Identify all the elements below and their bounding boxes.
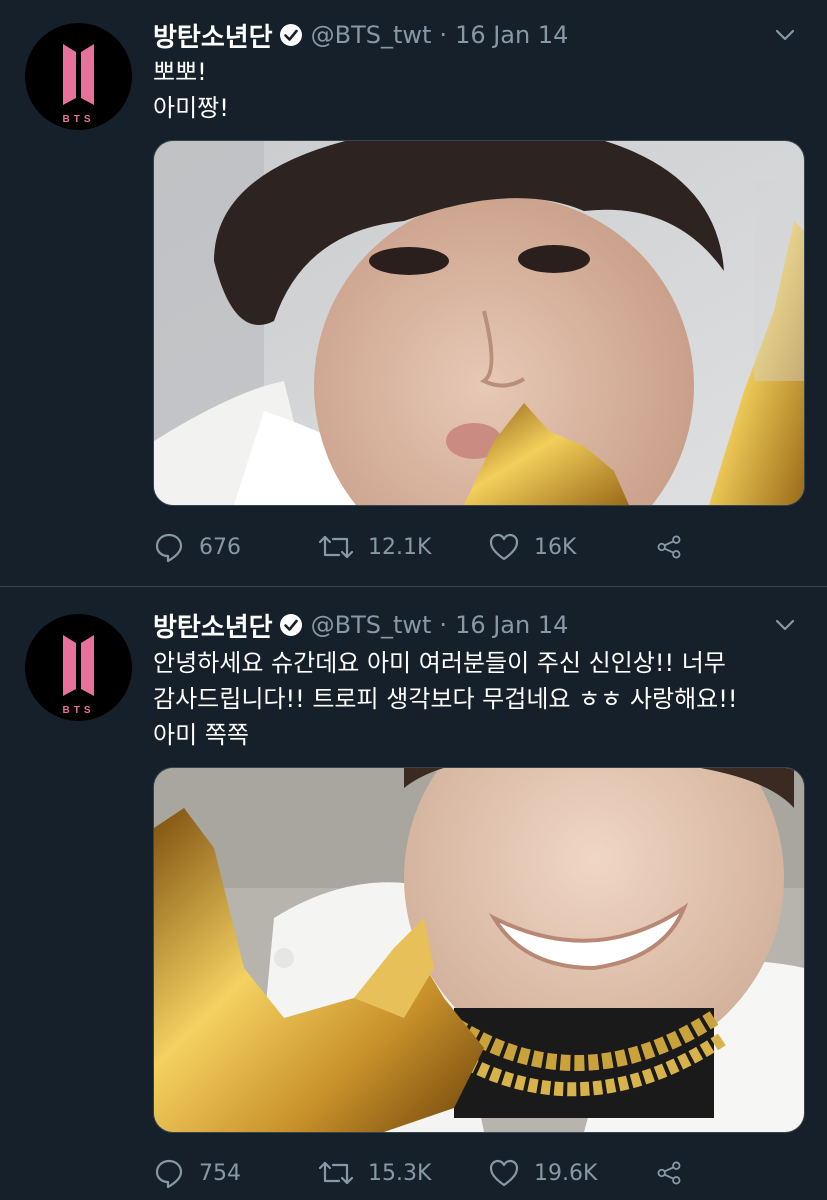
tweet-text-line: 안녕하세요 슈간데요 아미 여러분들이 주신 신인상!! 너무 (153, 649, 726, 677)
chevron-down-icon[interactable] (773, 23, 797, 47)
retweet-icon (318, 1161, 354, 1185)
share-button[interactable] (656, 531, 696, 563)
like-button[interactable]: 19.6K (488, 1157, 656, 1189)
tweet-photo[interactable] (153, 767, 805, 1133)
tweet-actions: 676 12.1K 16K (153, 527, 773, 567)
retweet-count: 15.3K (368, 1160, 432, 1186)
tweet-header: 방탄소년단 @BTS_twt · 16 Jan 14 (153, 605, 797, 645)
like-button[interactable]: 16K (488, 531, 656, 563)
tweet-text: 뽀뽀! 아미짱! (153, 54, 803, 126)
bts-logo-icon: BTS (63, 44, 95, 125)
chevron-down-icon[interactable] (773, 613, 797, 637)
verified-badge-icon (279, 614, 302, 636)
retweet-icon (318, 535, 354, 559)
tweet[interactable]: BTS 방탄소년단 @BTS_twt · 16 Jan 14 안녕하세요 슈간데… (0, 587, 827, 1200)
timeline-feed: BTS 방탄소년단 @BTS_twt · 16 Jan 14 뽀뽀! 아미짱! (0, 0, 827, 1200)
reply-count: 676 (199, 534, 241, 560)
bts-logo-icon: BTS (63, 635, 95, 716)
tweet-date[interactable]: 16 Jan 14 (455, 21, 568, 49)
tweet-text-line: 감사드립니다!! 트로피 생각보다 무겁네요 ㅎㅎ 사랑해요!! (153, 685, 738, 713)
tweet[interactable]: BTS 방탄소년단 @BTS_twt · 16 Jan 14 뽀뽀! 아미짱! (0, 0, 827, 587)
separator-dot: · (439, 21, 448, 49)
reply-icon (155, 1159, 183, 1189)
share-icon (657, 535, 681, 559)
separator-dot: · (439, 611, 448, 639)
avatar-logo-text: BTS (63, 114, 95, 125)
retweet-count: 12.1K (368, 534, 432, 560)
share-icon (657, 1161, 681, 1185)
retweet-button[interactable]: 15.3K (318, 1157, 488, 1189)
tweet-date[interactable]: 16 Jan 14 (455, 611, 568, 639)
avatar-logo-text: BTS (63, 705, 95, 716)
display-name[interactable]: 방탄소년단 (153, 607, 273, 644)
reply-count: 754 (199, 1160, 241, 1186)
user-handle[interactable]: @BTS_twt (311, 21, 432, 49)
tweet-header: 방탄소년단 @BTS_twt · 16 Jan 14 (153, 15, 797, 55)
tweet-photo[interactable] (153, 140, 805, 506)
avatar[interactable]: BTS (25, 614, 132, 721)
like-count: 16K (534, 534, 577, 560)
share-button[interactable] (656, 1157, 696, 1189)
avatar[interactable]: BTS (25, 23, 132, 130)
tweet-text: 안녕하세요 슈간데요 아미 여러분들이 주신 신인상!! 너무 감사드립니다!!… (153, 645, 803, 753)
retweet-button[interactable]: 12.1K (318, 531, 488, 563)
tweet-text-line: 아미 쪽쪽 (153, 721, 249, 749)
user-handle[interactable]: @BTS_twt (311, 611, 432, 639)
reply-button[interactable]: 676 (153, 531, 318, 563)
display-name[interactable]: 방탄소년단 (153, 17, 273, 54)
like-icon (489, 533, 519, 561)
reply-icon (155, 533, 183, 563)
like-icon (489, 1159, 519, 1187)
verified-badge-icon (279, 24, 302, 46)
like-count: 19.6K (534, 1160, 598, 1186)
reply-button[interactable]: 754 (153, 1157, 318, 1189)
tweet-actions: 754 15.3K 19.6K (153, 1153, 773, 1193)
tweet-text-line: 뽀뽀! (153, 58, 207, 86)
tweet-text-line: 아미짱! (153, 94, 229, 122)
